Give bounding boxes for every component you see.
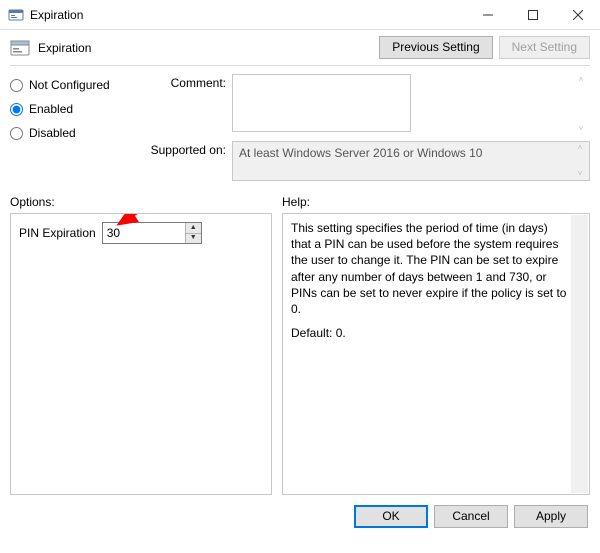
help-default-line: Default: 0. [291,325,567,341]
supported-on-value: At least Windows Server 2016 or Windows … [232,141,590,181]
window-title: Expiration [30,8,465,22]
app-icon [8,7,24,23]
pin-expiration-stepper[interactable]: ▲ ▼ [102,222,202,244]
scroll-arrows-icon: ˄˅ [573,75,589,134]
radio-not-configured[interactable]: Not Configured [10,78,140,92]
radio-not-configured-label: Not Configured [29,78,110,92]
spin-down-button[interactable]: ▼ [186,234,201,244]
previous-setting-button[interactable]: Previous Setting [379,36,492,59]
radio-disabled-input[interactable] [10,127,23,140]
close-button[interactable] [555,0,600,29]
scrollbar-track[interactable] [571,215,588,493]
titlebar: Expiration [0,0,600,30]
page-title: Expiration [38,41,371,55]
comment-label: Comment: [150,74,232,135]
help-label: Help: [282,195,590,209]
policy-icon [10,39,30,57]
window-controls [465,0,600,29]
radio-enabled[interactable]: Enabled [10,102,140,116]
radio-enabled-label: Enabled [29,102,73,116]
options-label: Options: [10,195,272,209]
apply-button[interactable]: Apply [514,505,588,528]
scroll-arrows-icon: ˄˅ [572,143,588,179]
next-setting-button[interactable]: Next Setting [499,36,590,59]
cancel-button[interactable]: Cancel [434,505,508,528]
pin-expiration-input[interactable] [103,223,185,243]
state-radio-group: Not Configured Enabled Disabled [10,74,140,187]
help-body: This setting specifies the period of tim… [291,220,567,317]
ok-button[interactable]: OK [354,505,428,528]
options-panel: PIN Expiration ▲ ▼ [10,213,272,495]
radio-not-configured-input[interactable] [10,79,23,92]
help-panel: This setting specifies the period of tim… [282,213,590,495]
spin-up-button[interactable]: ▲ [186,223,201,234]
radio-enabled-input[interactable] [10,103,23,116]
supported-on-label: Supported on: [150,141,232,181]
radio-disabled[interactable]: Disabled [10,126,140,140]
radio-disabled-label: Disabled [29,126,76,140]
comment-input[interactable] [232,74,411,132]
minimize-button[interactable] [465,0,510,29]
maximize-button[interactable] [510,0,555,29]
pin-expiration-label: PIN Expiration [19,226,96,240]
dialog-footer: OK Cancel Apply [10,505,590,528]
header-row: Expiration Previous Setting Next Setting [10,36,590,59]
divider [10,65,590,66]
